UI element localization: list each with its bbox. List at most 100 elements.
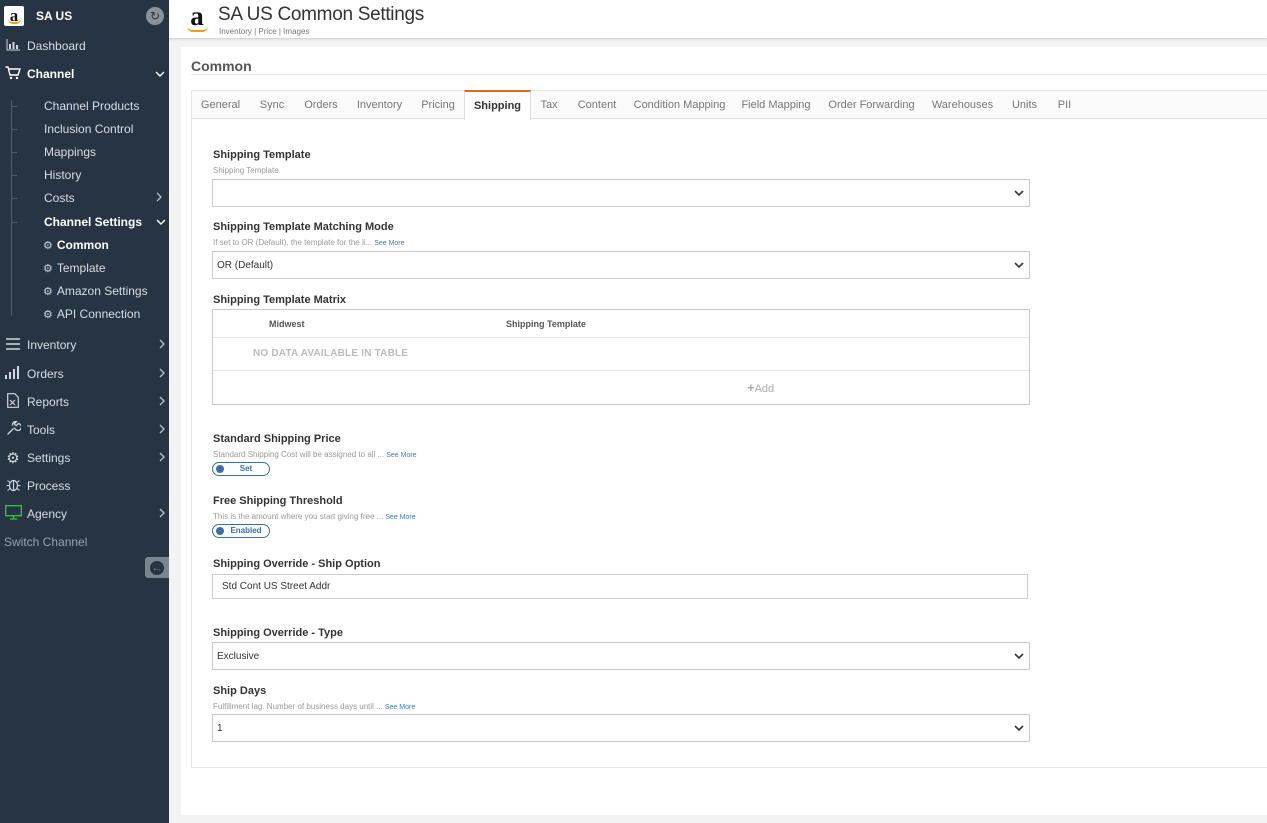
tab-pricing[interactable]: Pricing [412,91,464,119]
tab-general[interactable]: General [192,91,249,119]
gear-icon: ⚙ [43,308,53,321]
list-icon [3,337,23,353]
sub-label: Mappings [44,145,97,159]
sub-label: Channel Products [44,99,140,113]
switch-channel-link[interactable]: Switch Channel [4,535,87,549]
ship-days-help: Fulfillment lag. Number of business days… [213,702,415,711]
see-more-link[interactable]: See More [385,704,415,711]
refresh-icon[interactable]: ↻ [146,7,164,25]
ship-option-label: Shipping Override - Ship Option [213,558,381,570]
sub-costs[interactable]: Costs [11,188,169,208]
bar-chart-icon [3,38,23,54]
chevron-right-icon [156,192,162,205]
divider [213,370,1029,371]
tab-inventory[interactable]: Inventory [347,91,412,119]
free-threshold-label: Free Shipping Threshold [213,495,343,507]
channel-name: SA US [36,9,73,23]
plus-icon: + [747,380,755,395]
help-text: If set to OR (Default), the template for… [213,238,373,247]
collapse-sidebar-button[interactable]: ← [145,557,169,578]
tab-units[interactable]: Units [1002,91,1047,119]
tab-order-forwarding[interactable]: Order Forwarding [820,91,923,119]
nav-tools[interactable]: Tools [0,418,169,442]
sub-history[interactable]: History [11,165,81,185]
override-type-label: Shipping Override - Type [213,627,343,639]
nav-label: Tools [27,423,56,437]
select-value: Exclusive [217,650,260,662]
nav-label: Channel [27,67,75,81]
sub-label: Common [56,238,109,252]
shipping-template-select[interactable] [212,179,1030,207]
standard-price-toggle[interactable]: Set [212,462,270,476]
matching-mode-label: Shipping Template Matching Mode [213,221,394,233]
sub-mappings[interactable]: Mappings [11,142,97,162]
tab-warehouses[interactable]: Warehouses [923,91,1002,119]
nav-label: Settings [27,451,71,465]
divider [191,74,1267,75]
sub-api-connection[interactable]: ⚙ API Connection [43,304,140,324]
gear-icon: ⚙ [43,285,53,298]
override-type-select[interactable]: Exclusive [212,642,1030,670]
gear-icon: ⚙ [43,239,53,252]
nav-settings[interactable]: ⚙ Settings [0,446,169,470]
help-text: Fulfillment lag. Number of business days… [213,702,383,711]
sub-label: API Connection [56,307,141,321]
sub-template[interactable]: ⚙ Template [43,258,106,278]
nav-label: Process [27,479,71,493]
sub-common[interactable]: ⚙ Common [43,235,109,255]
chevron-down-icon [155,68,165,80]
signal-bars-icon [3,366,23,382]
tab-condition-mapping[interactable]: Condition Mapping [627,91,732,119]
nav-dashboard[interactable]: Dashboard [0,34,169,58]
chevron-down-icon [1014,190,1024,197]
sub-channel-settings[interactable]: Channel Settings [11,212,169,232]
sub-channel-products[interactable]: Channel Products [11,96,140,116]
tab-shipping[interactable]: Shipping [464,90,531,120]
shipping-template-matrix: Midwest Shipping Template NO DATA AVAILA… [212,309,1030,405]
nav-orders[interactable]: Orders [0,362,169,386]
nav-label: Dashboard [27,39,86,53]
main-content: Common General Sync Orders Inventory Pri… [181,47,1267,815]
sidebar-header: a SA US ↻ [0,0,169,32]
chevron-right-icon [159,508,165,521]
nav-inventory[interactable]: Inventory [0,333,169,357]
page-subtitle: Inventory | Price | Images [219,27,310,36]
sub-inclusion-control[interactable]: Inclusion Control [11,119,133,139]
add-row-button[interactable]: +Add [747,380,774,395]
matching-mode-select[interactable]: OR (Default) [212,251,1030,279]
sub-amazon-settings[interactable]: ⚙ Amazon Settings [43,281,148,301]
chevron-right-icon [159,424,165,437]
nav-label: Reports [27,395,70,409]
ship-option-input[interactable]: Std Cont US Street Addr [212,574,1028,599]
arrow-left-icon: ← [150,560,164,575]
nav-agency[interactable]: Agency [0,502,169,526]
shipping-template-help: Shipping Template [213,166,279,175]
see-more-link[interactable]: See More [374,240,404,247]
chevron-right-icon [159,368,165,381]
tab-field-mapping[interactable]: Field Mapping [732,91,820,119]
column-header: Midwest [269,319,305,329]
gear-icon: ⚙ [43,262,53,275]
standard-price-label: Standard Shipping Price [213,433,341,445]
see-more-link[interactable]: See More [385,514,415,521]
tab-content[interactable]: Content [567,91,627,119]
add-label: Add [754,383,775,395]
nav-process[interactable]: Process [0,474,169,498]
free-threshold-toggle[interactable]: Enabled [212,524,270,538]
help-text: This is the amount where you start givin… [213,512,384,521]
help-text: Standard Shipping Cost will be assigned … [213,450,385,459]
nav-channel[interactable]: Channel [0,62,169,86]
ship-days-select[interactable]: 1 [212,714,1030,742]
gear-icon: ⚙ [6,450,20,467]
tab-orders[interactable]: Orders [295,91,347,119]
see-more-link[interactable]: See More [386,452,416,459]
tab-tax[interactable]: Tax [531,91,567,119]
tabs-bar: General Sync Orders Inventory Pricing Sh… [191,90,1267,120]
select-value: 1 [217,722,223,734]
tab-pii[interactable]: PII [1047,91,1082,119]
tab-sync[interactable]: Sync [249,91,295,119]
sub-label: Template [56,261,106,275]
nav-reports[interactable]: Reports [0,390,169,414]
sub-label: Costs [44,191,75,205]
page-title: SA US Common Settings [218,4,424,25]
